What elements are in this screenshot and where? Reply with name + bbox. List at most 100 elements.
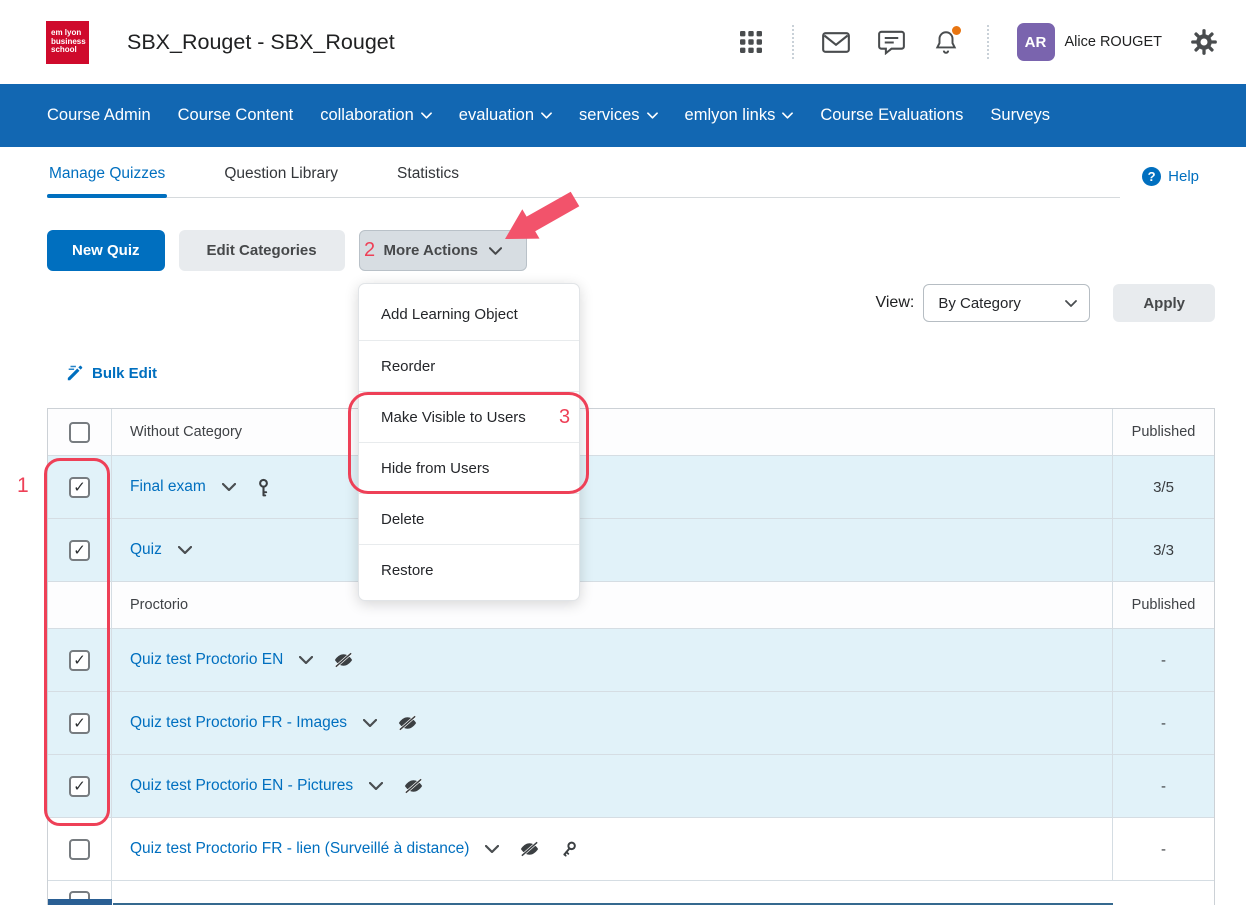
annotation-step-1: 1 bbox=[17, 474, 29, 498]
row-checkbox-cell bbox=[48, 456, 112, 518]
pencil-icon bbox=[66, 364, 84, 382]
apply-button[interactable]: Apply bbox=[1113, 284, 1215, 322]
logo-line: school bbox=[51, 46, 89, 55]
view-select[interactable]: By Category bbox=[923, 284, 1090, 322]
nav-item-label: Course Evaluations bbox=[820, 106, 963, 125]
more-actions-button[interactable]: More Actions bbox=[359, 230, 527, 271]
category-header-row: Without Category Published bbox=[48, 409, 1214, 456]
avatar: AR bbox=[1017, 23, 1055, 61]
quiz-name-cell: Quiz test Proctorio EN bbox=[112, 651, 1112, 669]
nav-item-evaluation[interactable]: evaluation bbox=[459, 106, 552, 125]
published-value: 3/5 bbox=[1153, 479, 1174, 496]
help-button[interactable]: ? Help bbox=[1142, 167, 1199, 186]
nav-item-course-evaluations[interactable]: Course Evaluations bbox=[820, 106, 963, 125]
new-quiz-button[interactable]: New Quiz bbox=[47, 230, 165, 271]
row-checkbox-cell bbox=[48, 818, 112, 880]
table-row: Quiz test Proctorio FR - Images - bbox=[48, 692, 1214, 755]
settings-button[interactable] bbox=[1190, 28, 1218, 56]
tab-manage-quizzes[interactable]: Manage Quizzes bbox=[47, 150, 167, 197]
tab-question-library[interactable]: Question Library bbox=[222, 150, 340, 197]
help-icon: ? bbox=[1142, 167, 1161, 186]
published-cell: - bbox=[1112, 629, 1214, 691]
quiz-link[interactable]: Quiz test Proctorio EN bbox=[130, 651, 283, 669]
quiz-name-cell: Final exam bbox=[112, 478, 1112, 497]
chevron-down-icon[interactable] bbox=[369, 782, 383, 790]
page: em lyon business school SBX_Rouget - SBX… bbox=[0, 0, 1246, 905]
chevron-down-icon[interactable] bbox=[485, 845, 499, 853]
bulk-edit-label: Bulk Edit bbox=[92, 365, 157, 382]
chat-button[interactable] bbox=[878, 30, 905, 55]
select-all-cell bbox=[48, 582, 112, 628]
quiz-link[interactable]: Quiz test Proctorio FR - lien (Surveillé… bbox=[130, 840, 469, 858]
category-name-cell: Without Category bbox=[112, 424, 1112, 440]
nav-item-collaboration[interactable]: collaboration bbox=[320, 106, 432, 125]
quiz-link[interactable]: Final exam bbox=[130, 478, 206, 496]
key-icon bbox=[256, 478, 271, 497]
published-header: Published bbox=[1132, 597, 1196, 613]
tab-label: Question Library bbox=[224, 165, 338, 183]
chevron-down-icon bbox=[541, 112, 552, 119]
published-cell: - bbox=[1112, 755, 1214, 817]
top-bar-actions: AR Alice ROUGET bbox=[738, 23, 1219, 61]
mail-button[interactable] bbox=[822, 31, 850, 54]
quiz-link[interactable]: Quiz test Proctorio FR - Images bbox=[130, 714, 347, 732]
bulk-edit-button[interactable]: Bulk Edit bbox=[66, 364, 157, 382]
nav-item-label: collaboration bbox=[320, 106, 414, 125]
category-label: Without Category bbox=[130, 424, 242, 440]
user-name: Alice ROUGET bbox=[1065, 34, 1163, 50]
row-checkbox[interactable] bbox=[69, 477, 90, 498]
quiz-name-cell: Quiz test Proctorio FR - lien (Surveillé… bbox=[112, 840, 1112, 858]
chevron-down-icon[interactable] bbox=[363, 719, 377, 727]
apps-grid-button[interactable] bbox=[738, 29, 764, 55]
category-header-row: Proctorio Published bbox=[48, 582, 1214, 629]
menu-item-restore[interactable]: Restore bbox=[359, 544, 579, 595]
hidden-eye-icon bbox=[333, 652, 354, 668]
chevron-down-icon[interactable] bbox=[222, 483, 236, 491]
row-checkbox-cell bbox=[48, 629, 112, 691]
nav-item-course-content[interactable]: Course Content bbox=[178, 106, 294, 125]
quiz-name-cell: Quiz test Proctorio FR - Images bbox=[112, 714, 1112, 732]
nav-item-services[interactable]: services bbox=[579, 106, 658, 125]
chevron-down-icon bbox=[782, 112, 793, 119]
nav-item-surveys[interactable]: Surveys bbox=[990, 106, 1050, 125]
tab-label: Manage Quizzes bbox=[49, 165, 165, 183]
row-checkbox-cell bbox=[48, 692, 112, 754]
row-checkbox[interactable] bbox=[69, 540, 90, 561]
published-value: - bbox=[1161, 841, 1166, 858]
row-checkbox[interactable] bbox=[69, 650, 90, 671]
menu-item-hide-from-users[interactable]: Hide from Users bbox=[359, 442, 579, 493]
category-name-cell: Proctorio bbox=[112, 597, 1112, 613]
select-all-checkbox[interactable] bbox=[69, 422, 90, 443]
menu-item-make-visible-to-users[interactable]: Make Visible to Users bbox=[359, 391, 579, 442]
row-checkbox[interactable] bbox=[69, 713, 90, 734]
quiz-link[interactable]: Quiz bbox=[130, 541, 162, 559]
menu-item-delete[interactable]: Delete bbox=[359, 493, 579, 544]
user-menu[interactable]: AR Alice ROUGET bbox=[1017, 23, 1163, 61]
menu-item-add-learning-object[interactable]: Add Learning Object bbox=[359, 289, 579, 340]
row-checkbox-cell bbox=[48, 519, 112, 581]
chevron-down-icon[interactable] bbox=[178, 546, 192, 554]
partial-row-fragment bbox=[48, 899, 112, 905]
chevron-down-icon[interactable] bbox=[299, 656, 313, 664]
nav-item-label: services bbox=[579, 106, 640, 125]
menu-item-reorder[interactable]: Reorder bbox=[359, 340, 579, 391]
table-row: Quiz test Proctorio EN - bbox=[48, 629, 1214, 692]
row-checkbox[interactable] bbox=[69, 776, 90, 797]
mail-icon bbox=[822, 31, 850, 54]
published-cell: - bbox=[1112, 692, 1214, 754]
nav-item-emlyon-links[interactable]: emlyon links bbox=[685, 106, 794, 125]
chevron-down-icon bbox=[647, 112, 658, 119]
chat-icon bbox=[878, 30, 905, 55]
published-value: - bbox=[1161, 652, 1166, 669]
hidden-eye-icon bbox=[519, 841, 540, 857]
edit-categories-button[interactable]: Edit Categories bbox=[179, 230, 345, 271]
nav-item-course-admin[interactable]: Course Admin bbox=[47, 106, 151, 125]
emlyon-logo[interactable]: em lyon business school bbox=[46, 21, 89, 64]
published-cell: - bbox=[1112, 818, 1214, 880]
row-checkbox[interactable] bbox=[69, 839, 90, 860]
apps-grid-icon bbox=[738, 29, 764, 55]
tab-statistics[interactable]: Statistics bbox=[395, 150, 461, 197]
help-label: Help bbox=[1168, 168, 1199, 185]
notifications-button[interactable] bbox=[933, 29, 959, 55]
quiz-link[interactable]: Quiz test Proctorio EN - Pictures bbox=[130, 777, 353, 795]
